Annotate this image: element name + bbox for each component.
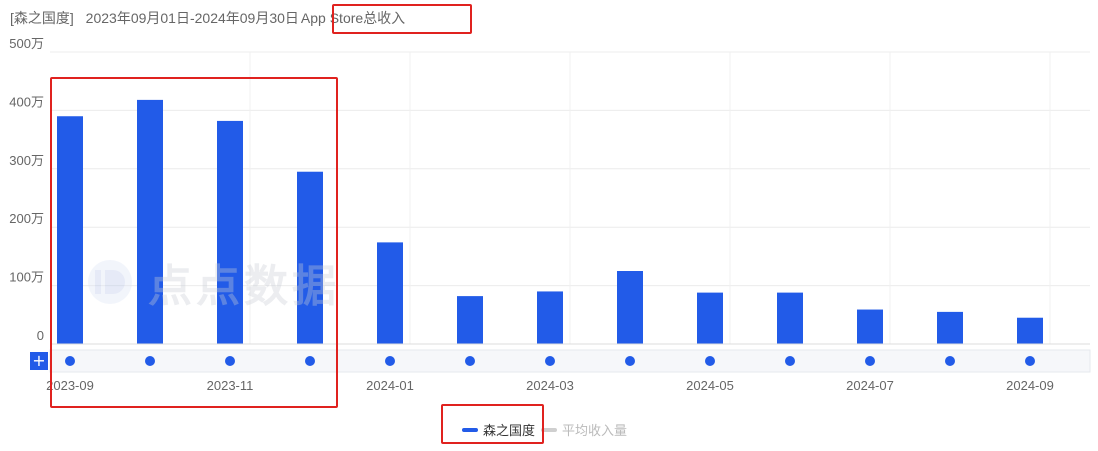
slider-dot-2024-03 <box>545 356 555 366</box>
slider-dot-2024-08 <box>945 356 955 366</box>
x-tick-label: 2024-07 <box>846 378 894 393</box>
y-tick-label: 400万 <box>9 94 44 109</box>
highlight-box-bars <box>50 77 338 408</box>
bar-2024-06 <box>777 292 803 344</box>
x-tick-label: 2024-03 <box>526 378 574 393</box>
x-tick-label: 2024-05 <box>686 378 734 393</box>
bar-2024-05 <box>697 292 723 344</box>
slider-dot-2024-01 <box>385 356 395 366</box>
legend-label-average: 平均收入量 <box>562 423 628 438</box>
y-tick-label: 100万 <box>9 270 44 285</box>
bar-2024-03 <box>537 291 563 344</box>
highlight-box-metric <box>332 4 472 34</box>
slider-dot-2024-02 <box>465 356 475 366</box>
y-tick-label: 300万 <box>9 153 44 168</box>
bar-2024-08 <box>937 311 963 344</box>
bar-2024-09 <box>1017 317 1043 344</box>
slider-dot-2024-05 <box>705 356 715 366</box>
bar-2024-07 <box>857 309 883 344</box>
y-tick-label: 200万 <box>9 211 44 226</box>
y-tick-label: 500万 <box>9 36 44 51</box>
bar-2024-04 <box>617 271 643 344</box>
slider-dot-2024-09 <box>1025 356 1035 366</box>
legend-item-average[interactable]: 平均收入量 <box>541 420 627 439</box>
highlight-box-legend <box>441 404 544 444</box>
bar-2024-02 <box>457 296 483 344</box>
x-tick-label: 2024-09 <box>1006 378 1054 393</box>
slider-dot-2024-07 <box>865 356 875 366</box>
x-tick-label: 2024-01 <box>366 378 414 393</box>
slider-dot-2024-04 <box>625 356 635 366</box>
bar-2024-01 <box>377 242 403 344</box>
zoom-expand-button[interactable]: + <box>30 352 48 370</box>
y-tick-label: 0 <box>37 328 44 343</box>
slider-dot-2024-06 <box>785 356 795 366</box>
